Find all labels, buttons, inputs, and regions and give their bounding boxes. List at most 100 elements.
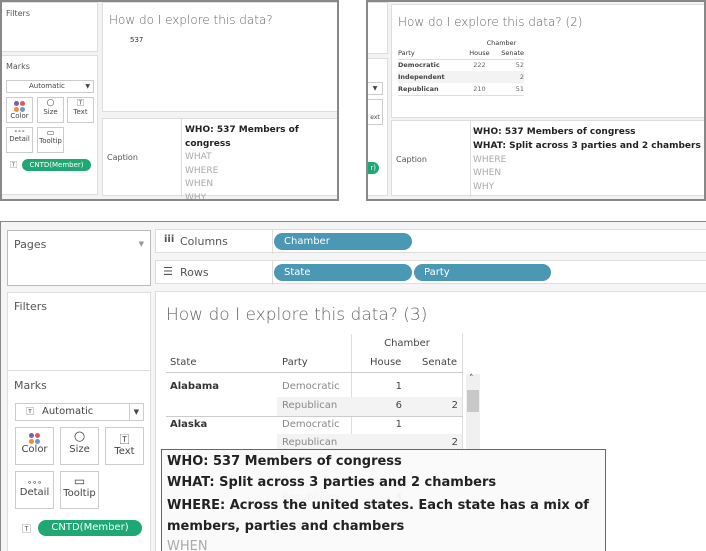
rows-shelf: ☰ Rows State Party xyxy=(155,260,706,285)
header-state: State xyxy=(170,357,197,368)
rows-icon: ☰ xyxy=(163,265,173,278)
detail-button[interactable]: ∘∘∘ Detail xyxy=(15,471,54,509)
marks-label: Marks xyxy=(6,62,30,71)
caption-label: Caption xyxy=(396,155,427,164)
caption-why: WHY xyxy=(185,192,207,201)
cell: 52 xyxy=(515,61,524,70)
header-party: Party xyxy=(282,357,308,368)
caption-what: WHAT: Split across 3 parties and 2 chamb… xyxy=(167,474,497,490)
column-group-header: Chamber xyxy=(486,39,517,47)
header-party: Party xyxy=(398,48,415,57)
color-button[interactable]: Color xyxy=(15,427,54,465)
cntd-member-pill[interactable]: CNTD(Member) xyxy=(22,159,91,171)
chevron-down-icon[interactable]: ▼ xyxy=(139,240,144,248)
filters-card: Filters xyxy=(2,2,98,52)
tooltip-button[interactable]: ▭ Tooltip xyxy=(37,127,64,153)
table-cell: Republican xyxy=(282,437,338,448)
filters-label: Filters xyxy=(14,300,47,313)
table-cell: Democratic xyxy=(282,381,340,392)
text-button[interactable]: ext xyxy=(368,99,383,125)
table-cell: 2 xyxy=(451,400,458,411)
divider xyxy=(272,230,273,254)
size-label: Size xyxy=(43,108,58,116)
size-label: Size xyxy=(69,444,90,455)
columns-shelf: iii Columns Chamber xyxy=(155,229,706,254)
color-button[interactable]: Color xyxy=(6,97,33,123)
tooltip-icon: ▭ xyxy=(46,128,55,137)
vertical-scrollbar[interactable]: ˄ xyxy=(466,374,480,454)
tooltip-label: Tooltip xyxy=(63,488,96,499)
cell xyxy=(459,71,490,83)
table-cell: 1 xyxy=(395,419,402,430)
tooltip-button[interactable]: ▭ Tooltip xyxy=(60,471,99,509)
caption-who: WHO: 537 Members of congress xyxy=(167,454,402,469)
chevron-down-icon: ▼ xyxy=(372,85,378,92)
table-cell: 2 xyxy=(451,437,458,448)
text-icon: 🅃 xyxy=(77,99,84,107)
party-chamber-table: Chamber Party House Senate Democratic 222 52… xyxy=(398,39,524,96)
cntd-member-pill[interactable]: r) xyxy=(368,162,379,174)
row-pill-state[interactable]: State xyxy=(274,264,412,281)
header-senate: Senate xyxy=(422,357,458,368)
color-label: Color xyxy=(21,444,48,455)
header-house: House xyxy=(469,48,490,57)
mark-type-dropdown[interactable]: 🅃 Automatic ▼ xyxy=(15,403,144,421)
caption-where: WHERE: Across the united states. Each st… xyxy=(167,498,589,534)
text-label: Text xyxy=(114,446,135,457)
caption-why: WHY xyxy=(473,182,495,193)
text-button[interactable]: 🅃 Text xyxy=(67,97,94,123)
cntd-member-pill[interactable]: CNTD(Member) xyxy=(38,520,142,536)
worksheet-panel-3: Pages ▼ Filters Marks 🅃 Automatic ▼ Color … xyxy=(0,221,706,551)
sheet-title: How do I explore this data? (3) xyxy=(166,305,428,325)
mark-type-dropdown[interactable]: Automatic ▼ xyxy=(6,80,94,93)
worksheet-panel-2: ▼ ext r) How do I explore this data? (2)… xyxy=(366,0,706,201)
filters-label: Filters xyxy=(6,9,30,18)
detail-label: Detail xyxy=(19,487,50,498)
scrollbar-thumb[interactable] xyxy=(467,390,479,412)
caption-where: WHERE xyxy=(185,165,219,176)
caption-text: WHO: 537 Members of congress WHAT: Split… xyxy=(473,126,701,195)
header-senate: Senate xyxy=(501,48,524,57)
divider xyxy=(272,261,273,285)
divider xyxy=(166,372,463,373)
sheet-title: How do I explore this data? (2) xyxy=(398,15,583,29)
pages-card: Pages ▼ xyxy=(7,230,151,286)
cell: 2 xyxy=(519,73,524,81)
row-pill-party[interactable]: Party xyxy=(414,264,551,281)
tooltip-icon: ▭ xyxy=(73,474,86,488)
caption-when: WHEN xyxy=(473,168,502,179)
table-cell: 1 xyxy=(395,381,402,392)
text-button[interactable]: 🅃 Text xyxy=(105,427,144,465)
size-button[interactable]: ○ Size xyxy=(37,97,64,123)
marks-card: Marks 🅃 Automatic ▼ Color ○ Size 🅃 Text ∘∘∘ D… xyxy=(7,370,151,551)
chevron-down-icon: ▼ xyxy=(85,83,90,90)
text-label: Text xyxy=(73,108,88,116)
caption-when: WHEN xyxy=(185,179,214,190)
detail-icon: ∘∘∘ xyxy=(13,128,26,135)
mark-type-dropdown[interactable]: ▼ xyxy=(368,82,383,95)
side-top-card xyxy=(368,2,388,54)
detail-icon: ∘∘∘ xyxy=(26,478,43,487)
color-label: Color xyxy=(10,112,29,120)
caption-what: WHAT xyxy=(185,152,212,163)
caption-overlay: WHO: 537 Members of congress WHAT: Split… xyxy=(161,449,606,551)
table-cell: 6 xyxy=(395,400,402,411)
color-icon xyxy=(14,101,25,112)
tooltip-label: Tooltip xyxy=(39,137,62,145)
caption-label: Caption xyxy=(107,153,138,162)
cell: 222 xyxy=(473,61,486,70)
caption-who: WHO: 537 Members of congress xyxy=(185,125,299,149)
scroll-up-icon[interactable]: ˄ xyxy=(469,374,474,384)
table-cell: Alabama xyxy=(170,381,219,392)
detail-button[interactable]: ∘∘∘ Detail xyxy=(6,127,33,153)
table-cell: Alaska xyxy=(170,419,208,430)
color-icon xyxy=(29,433,40,444)
cell: 51 xyxy=(515,84,524,93)
marks-card: Marks Automatic ▼ Color ○ Size 🅃 Text ∘∘∘ De… xyxy=(2,55,98,195)
size-button[interactable]: ○ Size xyxy=(60,427,99,465)
pages-label: Pages xyxy=(14,238,47,251)
viz-area: How do I explore this data? (2) Chamber … xyxy=(391,4,704,118)
side-marks-card: ▼ ext r) xyxy=(368,58,388,196)
column-pill-chamber[interactable]: Chamber xyxy=(274,233,412,250)
text-encoding-icon: 🅃 xyxy=(10,161,17,169)
